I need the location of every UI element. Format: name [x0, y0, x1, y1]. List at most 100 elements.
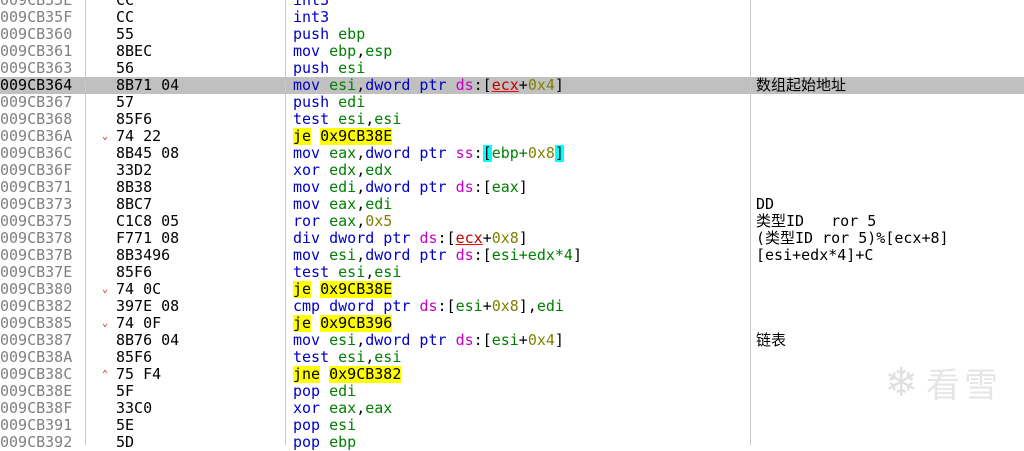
comment-cell[interactable] — [756, 145, 1024, 162]
disasm-row[interactable]: 009CB378 F771 08 div dword ptr ds:[ecx+0x8… — [0, 230, 1024, 247]
comment-cell[interactable] — [756, 26, 1024, 43]
instruction-token: mov — [293, 247, 321, 264]
disasm-row[interactable]: 009CB37E 85F6 test esi,esi — [0, 264, 1024, 281]
disasm-row[interactable]: 009CB371 8B38 mov edi,dword ptr ds:[eax] — [0, 179, 1024, 196]
jump-arrow-down-icon[interactable]: ⌄ — [99, 281, 111, 298]
disasm-row[interactable]: 009CB36F 33D2 xor edx,edx — [0, 162, 1024, 179]
bytes-cell: 57 — [116, 94, 135, 111]
instruction-token: 0x8 — [527, 145, 555, 162]
instruction-cell: push ebp — [293, 26, 748, 43]
instruction-token[interactable]: je — [293, 281, 312, 298]
instruction-token[interactable]: 0x9CB38E — [320, 281, 393, 298]
instruction-cell: mov esi,dword ptr ds:[esi+0x4] — [293, 332, 748, 349]
address-cell: 009CB363 — [0, 60, 73, 77]
jump-arrow-up-icon[interactable]: ⌃ — [99, 366, 111, 383]
disasm-row[interactable]: 009CB375 C1C8 05 ror eax,0x5 类型ID ror 5 — [0, 213, 1024, 230]
bytes-cell: 85F6 — [116, 111, 153, 128]
instruction-token: push — [293, 60, 330, 77]
instruction-token: esi — [374, 111, 402, 128]
disasm-row[interactable]: 009CB37B 8B3496 mov esi,dword ptr ds:[esi+… — [0, 247, 1024, 264]
instruction-token[interactable]: je — [293, 315, 312, 332]
disassembly-view[interactable]: 009CB35E CC int3 009CB35F CC int3 009CB360 55 pu… — [0, 0, 1024, 451]
disasm-row[interactable]: 009CB364 8B71 04 mov esi,dword ptr ds:[ecx… — [0, 77, 1024, 94]
address-cell: 009CB38C — [0, 366, 73, 383]
comment-cell[interactable] — [756, 315, 1024, 332]
instruction-token: push — [293, 26, 330, 43]
bytes-cell: CC — [116, 0, 135, 9]
comment-cell[interactable] — [756, 94, 1024, 111]
disasm-row[interactable]: 009CB38A 85F6 test esi,esi — [0, 349, 1024, 366]
instruction-token: xor — [293, 162, 321, 179]
disasm-row[interactable]: 009CB363 56 push esi — [0, 60, 1024, 77]
instruction-token[interactable]: 0x9CB396 — [320, 315, 393, 332]
disasm-row[interactable]: 009CB368 85F6 test esi,esi — [0, 111, 1024, 128]
disasm-row[interactable]: 009CB360 55 push ebp — [0, 26, 1024, 43]
instruction-token[interactable]: je — [293, 128, 312, 145]
instruction-token: ] — [554, 332, 564, 349]
comment-cell[interactable]: DD — [756, 196, 1024, 213]
comment-cell[interactable] — [756, 128, 1024, 145]
instruction-cell: mov edi,dword ptr ds:[eax] — [293, 179, 748, 196]
bytes-cell: 8B3496 — [116, 247, 171, 264]
comment-cell[interactable] — [756, 434, 1024, 451]
comment-cell[interactable] — [756, 9, 1024, 26]
instruction-token: :[ — [437, 230, 456, 247]
instruction-cell: ror eax,0x5 — [293, 213, 748, 230]
disasm-row[interactable]: 009CB382 397E 08 cmp dword ptr ds:[esi+0x8… — [0, 298, 1024, 315]
instruction-token: eax — [365, 400, 393, 417]
disasm-row[interactable]: 009CB361 8BEC mov ebp,esp — [0, 43, 1024, 60]
comment-cell[interactable] — [756, 417, 1024, 434]
jump-arrow-down-icon[interactable]: ⌄ — [99, 128, 111, 145]
instruction-token: mov — [293, 196, 321, 213]
column-separator-bytes — [285, 0, 286, 445]
jump-arrow-empty — [99, 9, 111, 26]
disasm-row[interactable]: 009CB36C 8B45 08 mov eax,dword ptr ss:[ebp… — [0, 145, 1024, 162]
jump-arrow-down-icon[interactable]: ⌄ — [99, 315, 111, 332]
instruction-token — [320, 43, 329, 60]
comment-cell[interactable] — [756, 111, 1024, 128]
disasm-row[interactable]: 009CB38C ⌃ 75 F4 jne 0x9CB382 — [0, 366, 1024, 383]
disasm-row[interactable]: 009CB35E CC int3 — [0, 0, 1024, 9]
comment-cell[interactable] — [756, 298, 1024, 315]
bytes-cell: 74 22 — [116, 128, 162, 145]
disasm-row[interactable]: 009CB373 8BC7 mov eax,edi DD — [0, 196, 1024, 213]
instruction-token[interactable]: 0x9CB38E — [320, 128, 393, 145]
disasm-row[interactable]: 009CB387 8B76 04 mov esi,dword ptr ds:[esi… — [0, 332, 1024, 349]
disasm-row[interactable]: 009CB38F 33C0 xor eax,eax — [0, 400, 1024, 417]
instruction-token[interactable]: jne — [293, 366, 321, 383]
instruction-token: esi — [338, 111, 366, 128]
comment-cell[interactable] — [756, 0, 1024, 9]
comment-cell[interactable]: 类型ID ror 5 — [756, 213, 1024, 230]
disasm-row[interactable]: 009CB35F CC int3 — [0, 9, 1024, 26]
instruction-cell: test esi,esi — [293, 111, 748, 128]
address-cell: 009CB373 — [0, 196, 73, 213]
comment-cell[interactable] — [756, 179, 1024, 196]
disasm-row[interactable]: 009CB367 57 push edi — [0, 94, 1024, 111]
disasm-row[interactable]: 009CB392 5D pop ebp — [0, 434, 1024, 451]
instruction-token: ecx — [491, 77, 519, 94]
disasm-row[interactable]: 009CB36A ⌄ 74 22 je 0x9CB38E — [0, 128, 1024, 145]
instruction-token: edi — [329, 383, 357, 400]
disasm-row[interactable]: 009CB38E 5F pop edi — [0, 383, 1024, 400]
jump-arrow-empty — [99, 145, 111, 162]
comment-cell[interactable]: 链表 — [756, 332, 1024, 349]
comment-cell[interactable] — [756, 60, 1024, 77]
instruction-token — [320, 400, 329, 417]
instruction-token: mov — [293, 332, 321, 349]
disasm-row[interactable]: 009CB385 ⌄ 74 0F je 0x9CB396 — [0, 315, 1024, 332]
comment-cell[interactable] — [756, 281, 1024, 298]
instruction-token: dword ptr — [365, 77, 447, 94]
instruction-token[interactable]: 0x9CB382 — [329, 366, 402, 383]
instruction-cell: push edi — [293, 94, 748, 111]
instruction-token: pop — [293, 417, 321, 434]
comment-cell[interactable] — [756, 264, 1024, 281]
disasm-row[interactable]: 009CB380 ⌄ 74 0C je 0x9CB38E — [0, 281, 1024, 298]
comment-cell[interactable] — [756, 43, 1024, 60]
address-cell: 009CB387 — [0, 332, 73, 349]
comment-cell[interactable]: 数组起始地址 — [756, 77, 1024, 94]
comment-cell[interactable]: [esi+edx*4]+C — [756, 247, 1024, 264]
comment-cell[interactable] — [756, 162, 1024, 179]
comment-cell[interactable]: (类型ID ror 5)%[ecx+8] — [756, 230, 1024, 247]
disasm-row[interactable]: 009CB391 5E pop esi — [0, 417, 1024, 434]
bytes-cell: 5D — [116, 434, 135, 451]
